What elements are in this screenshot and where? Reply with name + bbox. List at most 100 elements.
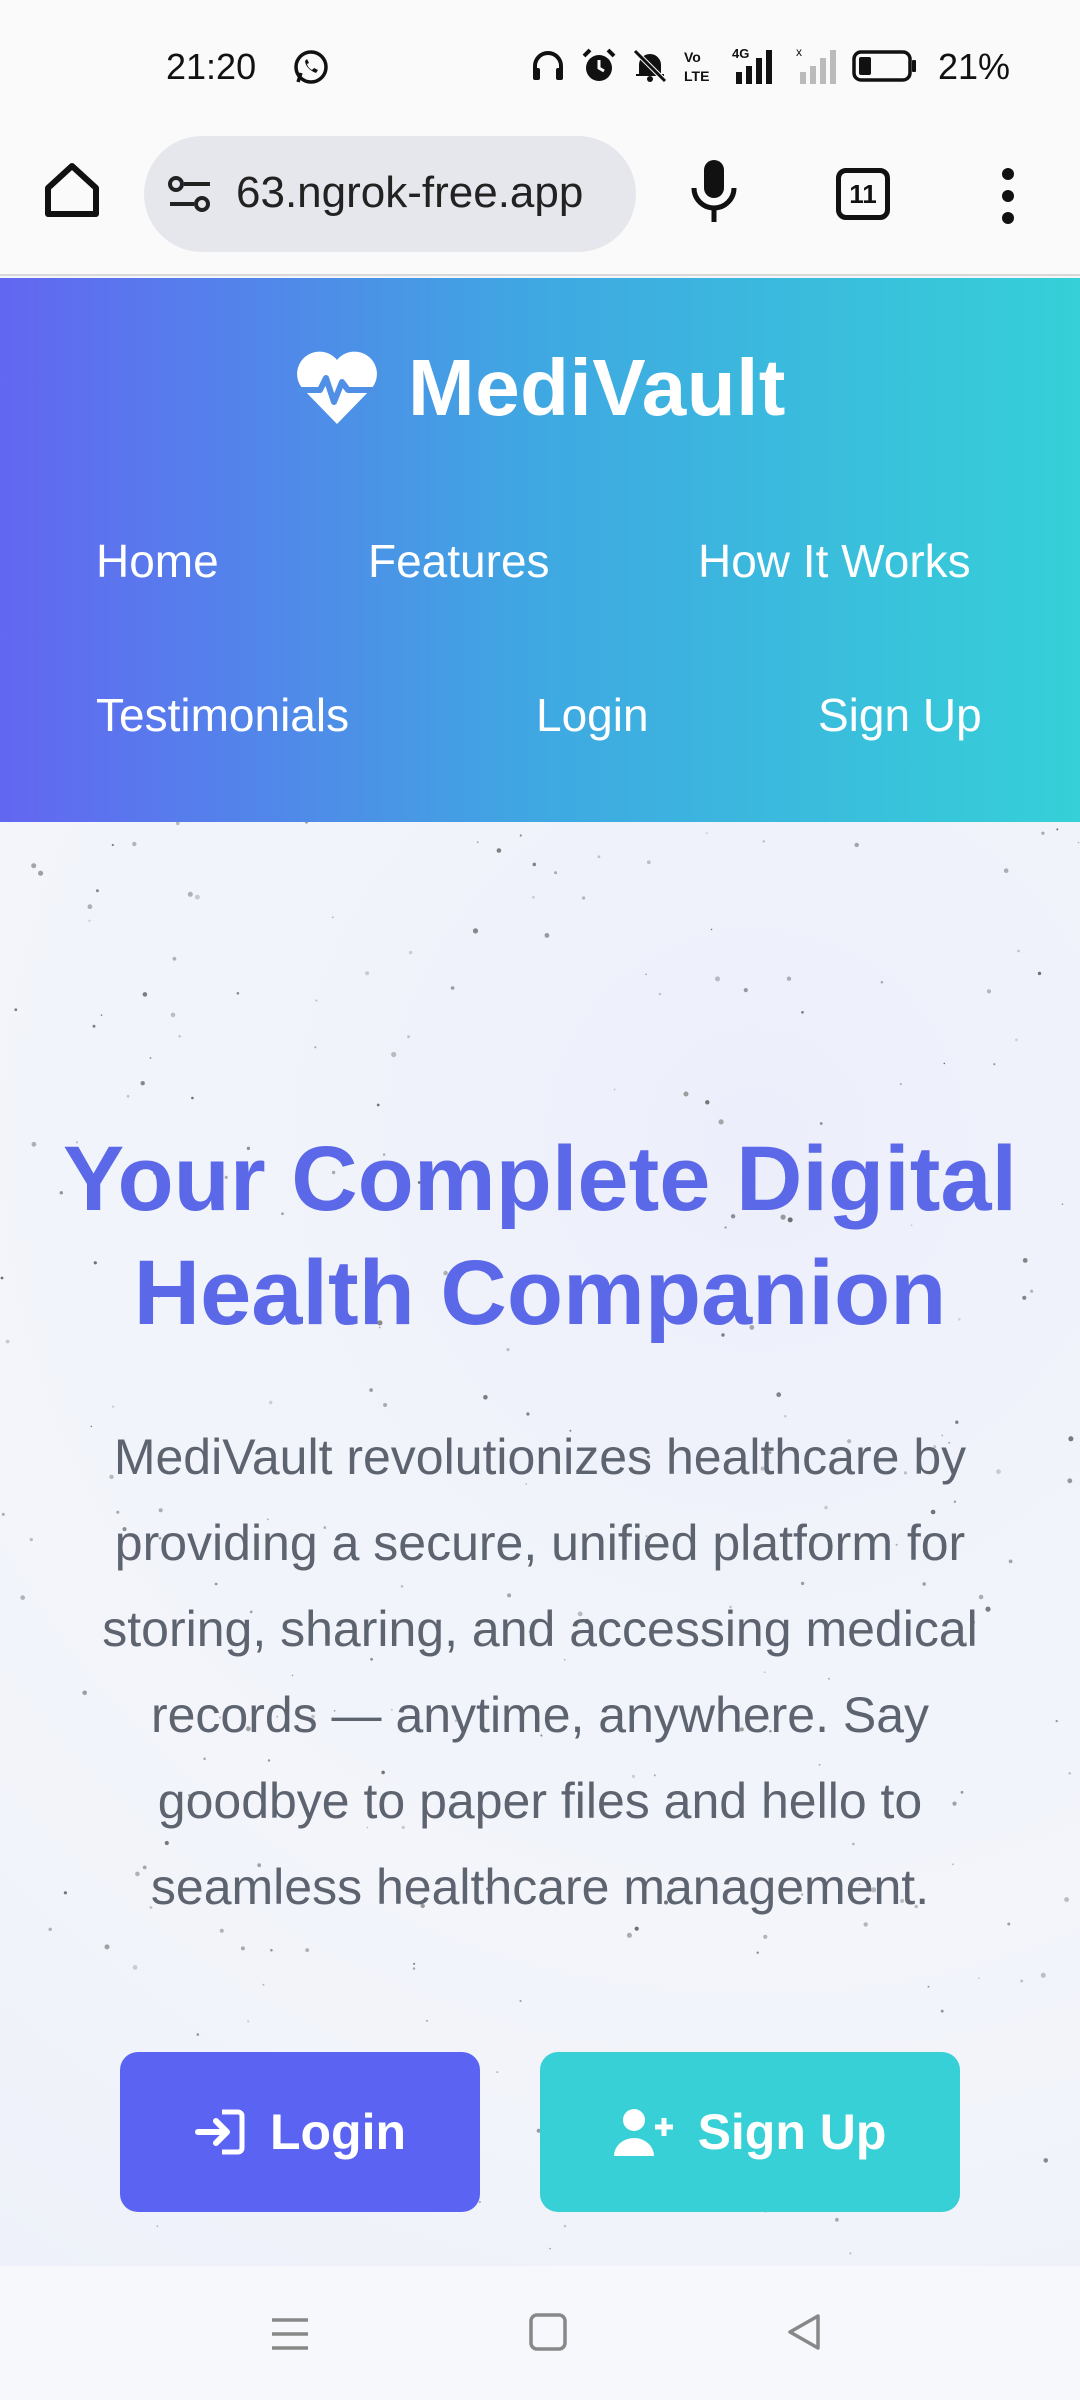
login-button[interactable]: Login <box>120 2052 480 2212</box>
nav-how-it-works[interactable]: How It Works <box>698 534 971 588</box>
status-bar: 21:20 Vo LTE 4G x 21% <box>0 0 1080 136</box>
speckle-dot <box>132 841 137 847</box>
speckle-dot <box>743 988 748 993</box>
svg-text:Vo: Vo <box>684 49 701 65</box>
speckle-dot <box>132 1965 138 1970</box>
speckle-dot <box>658 992 662 996</box>
speckle-dot <box>554 871 558 875</box>
speckle-dot <box>187 891 193 897</box>
speckle-dot <box>786 976 792 981</box>
speckle-dot <box>31 863 37 869</box>
speckle-dot <box>88 919 91 922</box>
speckle-dot <box>408 950 413 955</box>
speckle-dot <box>247 2020 250 2023</box>
speckle-dot <box>87 904 93 910</box>
speckle-dot <box>880 980 884 984</box>
speckle-dot <box>582 896 586 900</box>
speckle-dot <box>763 1934 768 1939</box>
speckle-dot <box>1017 949 1020 953</box>
battery-percent: 21% <box>938 46 1011 87</box>
speckle-dot <box>1040 1972 1046 1978</box>
speckle-dot <box>92 1024 96 1028</box>
nav-signup[interactable]: Sign Up <box>818 688 982 742</box>
speckle-dot <box>927 1985 930 1988</box>
speckle-dot <box>156 2225 159 2228</box>
speckle-dot <box>236 992 240 995</box>
speckle-dot <box>472 928 479 934</box>
speckle-dot <box>149 1057 152 1059</box>
speckle-dot <box>710 928 713 931</box>
speckle-dot <box>476 841 479 844</box>
speckle-dot <box>977 1977 980 1980</box>
speckle-dot <box>613 1088 616 1091</box>
system-nav-bar <box>0 2266 1080 2400</box>
speckle-dot <box>262 1983 265 1986</box>
mic-icon[interactable] <box>682 156 746 228</box>
speckle-dot <box>383 1403 388 1407</box>
tabs-button[interactable]: 11 <box>836 168 890 220</box>
speckle-dot <box>626 1932 632 1938</box>
signup-button[interactable]: Sign Up <box>540 2052 960 2212</box>
speckle-dot <box>993 1063 996 1066</box>
speckle-dot <box>849 2252 852 2255</box>
nav-testimonials[interactable]: Testimonials <box>96 688 349 742</box>
sign-in-icon <box>194 2109 245 2155</box>
home-nav-icon[interactable] <box>528 2312 568 2352</box>
recents-icon[interactable] <box>270 2316 310 2352</box>
speckle-dot <box>0 1276 4 1280</box>
site-settings-icon[interactable] <box>166 170 214 218</box>
nav-home[interactable]: Home <box>96 534 219 588</box>
headphones-icon <box>533 51 563 80</box>
speckle-dot <box>496 848 502 853</box>
speckle-dot <box>549 2247 551 2250</box>
svg-text:x: x <box>796 46 802 59</box>
browser-toolbar: 63.ngrok-free.app 11 <box>0 136 1080 276</box>
speckle-dot <box>943 1062 946 1065</box>
speckle-dot <box>29 1538 33 1542</box>
speckle-dot <box>412 1967 416 1970</box>
home-icon[interactable] <box>40 158 104 222</box>
speckle-dot <box>706 832 708 834</box>
brand[interactable]: MediVault <box>0 342 1080 434</box>
speckle-dot <box>940 2009 944 2013</box>
speckle-dot <box>483 1395 488 1400</box>
speckle-dot <box>1003 868 1009 873</box>
speckle-dot <box>496 2071 499 2074</box>
url-text[interactable]: 63.ngrok-free.app <box>236 168 616 218</box>
nav-features[interactable]: Features <box>368 534 550 588</box>
speckle-dot <box>756 1951 759 1954</box>
speckle-dot <box>1056 828 1059 831</box>
speckle-dot <box>1068 1436 1074 1442</box>
speckle-dot <box>1055 1719 1058 1723</box>
speckle-dot <box>519 1999 522 2003</box>
speckle-dot <box>14 1008 18 1012</box>
speckle-dot <box>315 999 318 1002</box>
back-icon[interactable] <box>784 2312 824 2352</box>
mute-icon <box>633 49 667 83</box>
login-button-label: Login <box>269 2104 407 2160</box>
speckle-dot <box>170 1012 176 1018</box>
speckle-dot <box>196 2033 200 2036</box>
speckle-dot <box>835 2217 839 2222</box>
speckle-dot <box>195 894 200 900</box>
speckle-dot <box>776 1392 782 1398</box>
speckle-dot <box>544 933 550 938</box>
nav-login[interactable]: Login <box>536 688 649 742</box>
address-bar[interactable]: 63.ngrok-free.app <box>144 136 636 252</box>
speckle-dot <box>305 1948 310 1953</box>
speckle-dot <box>762 840 765 843</box>
speckle-dot <box>1020 1979 1024 1983</box>
speckle-dot <box>532 895 535 899</box>
more-menu-icon[interactable] <box>990 164 1026 228</box>
status-icons: Vo LTE 4G x <box>530 46 918 86</box>
speckle-dot <box>450 986 455 990</box>
speckle-dot <box>1015 1038 1018 1042</box>
signup-button-label: Sign Up <box>697 2104 887 2160</box>
speckle-dot <box>331 916 334 919</box>
speckle-dot <box>140 1081 145 1086</box>
speckle-dot <box>1064 1897 1069 1902</box>
speckle-dot <box>38 870 44 876</box>
speckle-dot <box>854 842 859 848</box>
speckle-dot <box>683 1091 689 1097</box>
speckle-dot <box>986 989 992 994</box>
